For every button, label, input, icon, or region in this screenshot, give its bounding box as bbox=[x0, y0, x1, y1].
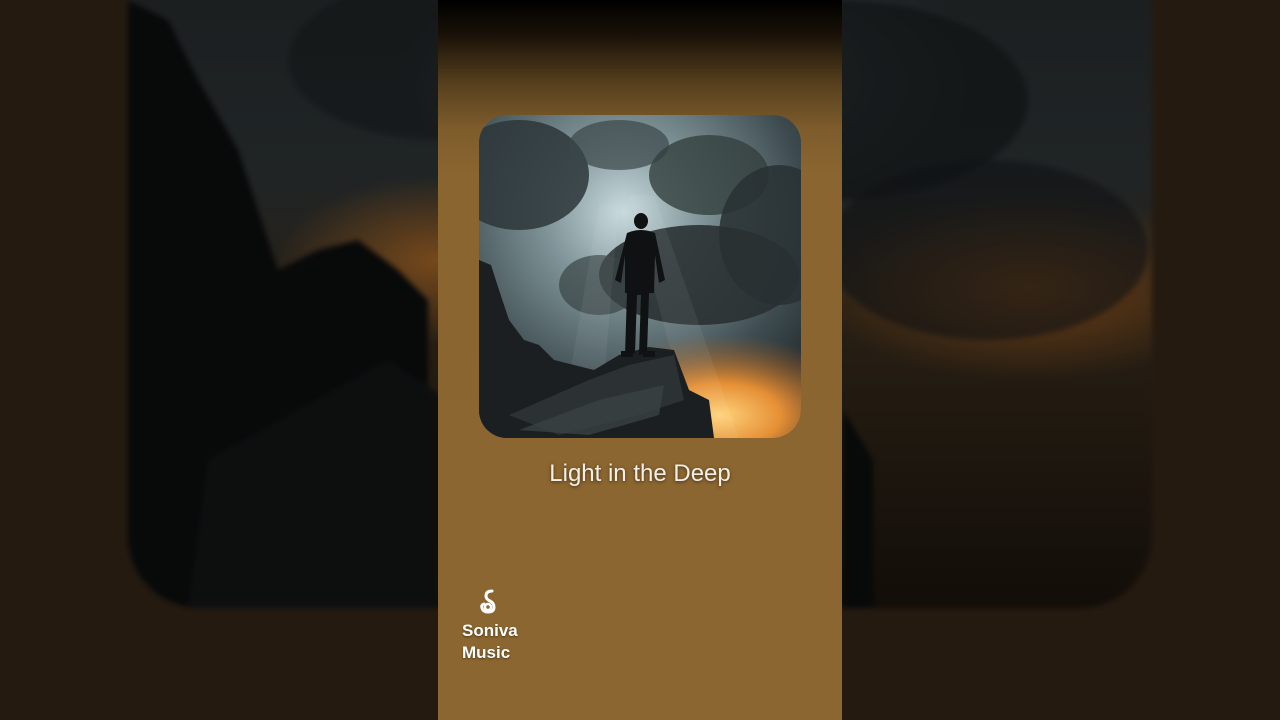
music-note-icon bbox=[480, 589, 496, 614]
brand-watermark[interactable]: Soniva Music bbox=[462, 588, 532, 664]
song-title: Light in the Deep bbox=[549, 460, 731, 487]
shorts-panel: Light in the Deep Soniva Music bbox=[438, 0, 842, 720]
album-cover bbox=[479, 115, 801, 438]
video-frame: Lig eep bbox=[0, 0, 1280, 720]
brand-name: Soniva Music bbox=[462, 621, 518, 662]
